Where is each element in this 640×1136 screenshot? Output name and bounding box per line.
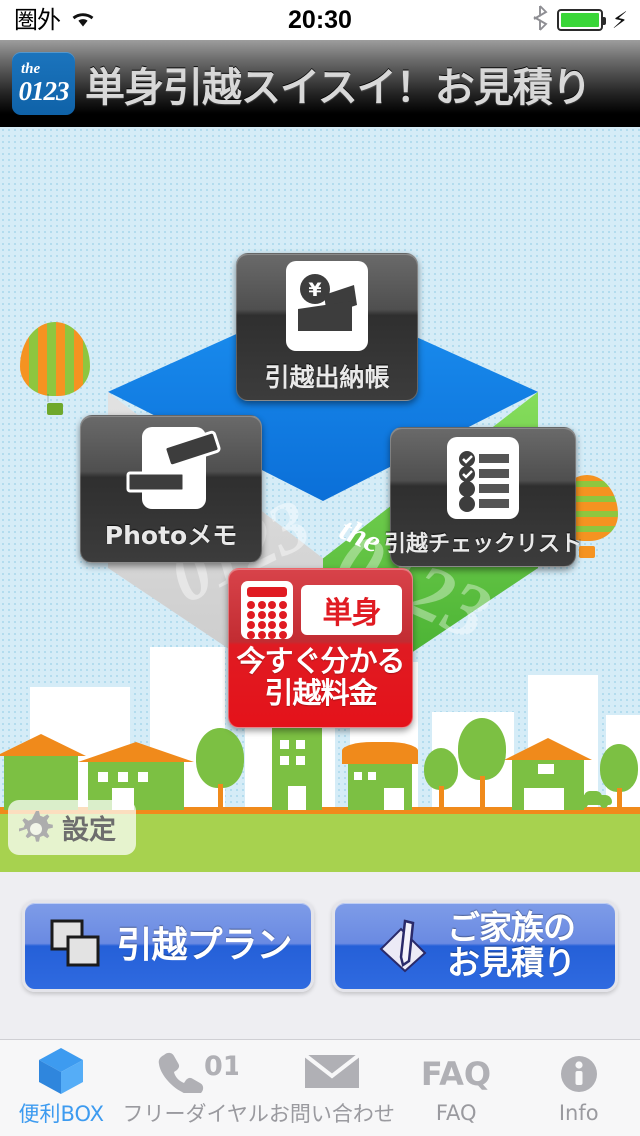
tab-label: FAQ (435, 1101, 477, 1125)
settings-label: 設定 (62, 815, 116, 846)
yen-wallet-icon: ¥ (286, 260, 368, 351)
promo-badge: 単身 (301, 585, 402, 635)
family-quote-button[interactable]: ご家族の お見積り (332, 900, 618, 992)
logo-number-text: 0123 (18, 76, 70, 106)
tab-faq[interactable]: FAQ FAQ (395, 1040, 518, 1136)
promo-price-button[interactable]: 単身 今すぐ分かる 引越料金 (228, 568, 413, 728)
building-1 (267, 719, 327, 810)
promo-line-2: 引越料金 (264, 676, 377, 711)
tile-label: 引越チェックリスト (384, 531, 583, 557)
svg-text:FAQ: FAQ (421, 1055, 491, 1093)
cube-icon (35, 1048, 87, 1094)
checklist-icon (447, 436, 519, 519)
main-stage: the 0123 the 0123 0123 (0, 127, 640, 872)
app-header: the 0123 単身引越スイスイ！お見積り (0, 40, 640, 127)
tile-photomemo[interactable]: Photoメモ (80, 415, 262, 563)
tile-label: Photoメモ (104, 520, 238, 550)
charging-bolt-icon: ⚡ (611, 6, 628, 33)
moving-plan-label: 引越プラン (116, 925, 292, 967)
squares-icon (44, 915, 106, 978)
tab-bar: 便利BOX 0123 フリーダイヤル お問い合わせ FAQ FAQ (0, 1039, 640, 1136)
tab-contact[interactable]: お問い合わせ (269, 1040, 395, 1136)
moving-plan-button[interactable]: 引越プラン (22, 900, 314, 992)
status-bar-right: ⚡ (533, 0, 628, 40)
tab-info[interactable]: Info (517, 1040, 640, 1136)
tab-freedial[interactable]: 0123 フリーダイヤル (123, 1040, 269, 1136)
action-button-bar: 引越プラン ご家族の お見積り (0, 872, 640, 1040)
car-icon (576, 790, 612, 808)
logo-the-text: the (21, 61, 41, 77)
status-bar: 圏外 20:30 ⚡ (0, 0, 640, 40)
tab-benri-box[interactable]: 便利BOX (0, 1040, 123, 1136)
svg-text:0123: 0123 (204, 1051, 238, 1082)
settings-button[interactable]: 設定 (8, 800, 136, 855)
info-circle-icon (558, 1051, 600, 1097)
promo-top-row: 単身 (229, 569, 412, 643)
family-quote-label: ご家族の お見積り (447, 908, 576, 982)
tile-kaikeibo[interactable]: ¥ 引越出納帳 (236, 253, 418, 401)
house-3 (342, 742, 418, 810)
brand-logo: the 0123 (12, 52, 75, 115)
pen-paper-icon (375, 913, 437, 980)
gear-icon (16, 808, 56, 848)
tab-label: お問い合わせ (268, 1102, 395, 1126)
faq-icon: FAQ (420, 1051, 492, 1097)
tile-label: 引越出納帳 (264, 362, 390, 392)
battery-icon (556, 9, 606, 31)
page-title: 単身引越スイスイ！お見積り (85, 64, 592, 111)
tab-label: フリーダイヤル (122, 1102, 269, 1126)
tab-label: Info (558, 1101, 599, 1125)
promo-text: 今すぐ分かる 引越料金 (229, 643, 412, 710)
envelope-icon (303, 1048, 361, 1094)
house-4 (504, 738, 592, 810)
svg-text:¥: ¥ (308, 279, 321, 301)
calculator-icon (241, 581, 293, 639)
tile-checklist[interactable]: 引越チェックリスト (384, 427, 582, 567)
promo-line-1: 今すぐ分かる (236, 644, 405, 678)
tab-label: 便利BOX (18, 1102, 105, 1126)
bluetooth-icon (533, 4, 548, 36)
family-quote-line-2: お見積り (447, 943, 576, 982)
photo-note-icon (126, 426, 221, 509)
family-quote-line-1: ご家族の (447, 908, 576, 948)
phone-0123-icon: 0123 (154, 1048, 238, 1094)
balloon-left (20, 322, 90, 417)
